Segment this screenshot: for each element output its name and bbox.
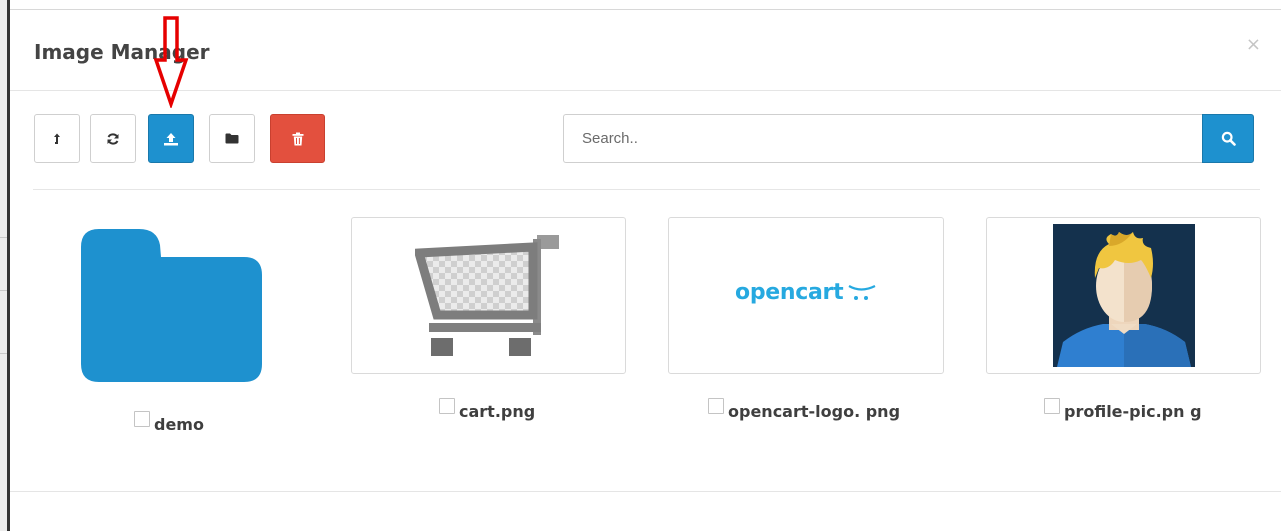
close-icon[interactable]: × (1246, 34, 1261, 55)
refresh-icon (107, 132, 119, 145)
opencart-logo-label: opencart-logo. png (708, 397, 901, 421)
upload-icon (164, 132, 178, 145)
modal-footer-divider (10, 491, 1281, 492)
logo-cart-mark (848, 285, 876, 300)
select-checkbox[interactable] (439, 397, 455, 414)
file-name: demo (154, 415, 204, 434)
logo-text: opencart (735, 280, 844, 305)
delete-button[interactable] (270, 114, 325, 163)
folder-icon (225, 133, 239, 144)
file-name: opencart-logo. png (728, 402, 901, 421)
backdrop-line (0, 353, 7, 354)
search-button[interactable] (1202, 114, 1254, 163)
folder-label: demo (134, 410, 204, 434)
backdrop-line (0, 290, 7, 291)
cart-image (415, 235, 559, 356)
profile-avatar-image (1053, 224, 1195, 367)
search-icon (1221, 131, 1236, 146)
cart-thumbnail[interactable] (351, 217, 626, 374)
profile-pic-thumbnail[interactable] (986, 217, 1261, 374)
profile-pic-label: profile-pic.pn g (1044, 397, 1202, 421)
parent-folder-button[interactable] (34, 114, 80, 163)
modal-header: Image Manager × (10, 10, 1281, 91)
search-input[interactable] (563, 114, 1203, 163)
file-name: profile-pic.pn g (1064, 402, 1202, 421)
opencart-logo: opencart (735, 280, 877, 305)
trash-icon (292, 132, 303, 145)
toolbar-divider (33, 189, 1260, 190)
opencart-logo-thumbnail[interactable]: opencart (668, 217, 944, 374)
image-manager-modal: Image Manager × Search.. demo cart.png o… (10, 9, 1281, 531)
backdrop-line (0, 237, 7, 238)
file-name: cart.png (459, 402, 536, 421)
upload-button[interactable] (148, 114, 194, 163)
new-folder-button[interactable] (209, 114, 255, 163)
modal-title: Image Manager (34, 40, 210, 64)
level-up-icon (54, 133, 60, 144)
cart-label: cart.png (439, 397, 536, 421)
select-checkbox[interactable] (708, 397, 724, 414)
refresh-button[interactable] (90, 114, 136, 163)
folder-icon (81, 229, 262, 382)
select-checkbox[interactable] (1044, 397, 1060, 414)
select-checkbox[interactable] (134, 410, 150, 427)
